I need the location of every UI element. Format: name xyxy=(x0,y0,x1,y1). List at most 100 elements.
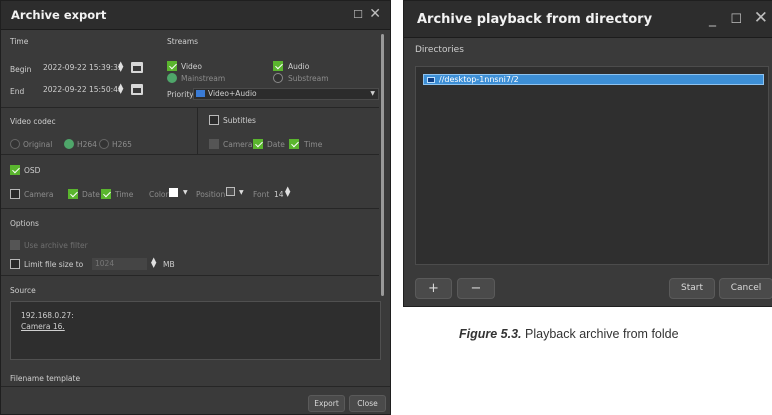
subtitles-checkbox[interactable] xyxy=(209,115,219,125)
priority-label: Priority xyxy=(167,90,194,99)
mainstream-label: Mainstream xyxy=(181,74,226,83)
sub-time-checkbox[interactable] xyxy=(289,139,299,149)
add-directory-button[interactable]: + xyxy=(415,278,452,299)
h265-radio[interactable] xyxy=(99,139,109,149)
source-camera-link[interactable]: Camera 16. xyxy=(21,322,65,331)
directory-path: //desktop-1nnsni7/2 xyxy=(439,75,519,84)
video-label: Video xyxy=(181,62,203,71)
archive-filter-checkbox[interactable] xyxy=(10,240,20,250)
divider xyxy=(1,107,379,108)
limit-size-spinner[interactable]: ▲ ▼ xyxy=(151,257,156,269)
position-grid-icon[interactable] xyxy=(226,187,235,196)
font-size-spinner[interactable]: ▲ ▼ xyxy=(285,186,290,198)
begin-label: Begin xyxy=(10,65,32,74)
video-audio-icon xyxy=(196,90,205,97)
list-item[interactable]: //desktop-1nnsni7/2 xyxy=(423,74,764,85)
close-button[interactable]: Close xyxy=(349,395,386,412)
figure-caption: Figure 5.3. Playback archive from folde xyxy=(459,327,679,341)
end-calendar-icon[interactable] xyxy=(131,84,143,95)
source-heading: Source xyxy=(10,286,36,295)
streams-heading: Streams xyxy=(167,37,199,46)
limit-size-label: Limit file size to xyxy=(24,260,84,269)
audio-label: Audio xyxy=(288,62,310,71)
archive-playback-window: Archive playback from directory _ ☐ ✕ Di… xyxy=(403,0,772,307)
osd-time-label: Time xyxy=(115,190,134,199)
audio-checkbox[interactable] xyxy=(273,61,283,71)
close-icon[interactable]: ✕ xyxy=(369,6,381,22)
minimize-icon[interactable]: _ xyxy=(709,11,716,27)
cancel-button[interactable]: Cancel xyxy=(719,278,772,299)
substream-radio[interactable] xyxy=(273,73,283,83)
mainstream-radio[interactable] xyxy=(167,73,177,83)
divider xyxy=(1,275,379,276)
subtitles-label: Subtitles xyxy=(223,116,256,125)
position-label: Position xyxy=(196,190,226,199)
window-title: Archive export xyxy=(11,8,107,22)
substream-label: Substream xyxy=(288,74,329,83)
sub-camera-label: Camera xyxy=(223,140,253,149)
end-label: End xyxy=(10,87,25,96)
caption-text: Playback archive from folde xyxy=(521,327,679,341)
begin-calendar-icon[interactable] xyxy=(131,62,143,73)
video-codec-heading: Video codec xyxy=(10,117,56,126)
sub-camera-checkbox[interactable] xyxy=(209,139,219,149)
title-bar: Archive export ☐ ✕ xyxy=(1,1,390,30)
color-label: Color xyxy=(149,190,169,199)
end-spinner[interactable]: ▲ ▼ xyxy=(118,83,123,95)
divider xyxy=(1,154,379,155)
color-dropdown-icon[interactable]: ▼ xyxy=(183,189,188,196)
font-size-input[interactable]: 14 xyxy=(274,190,284,199)
export-button[interactable]: Export xyxy=(308,395,345,412)
source-host: 192.168.0.27: xyxy=(21,311,74,320)
folder-icon xyxy=(427,77,435,83)
scrollbar[interactable] xyxy=(381,34,384,296)
sub-time-label: Time xyxy=(304,140,323,149)
filename-template-heading: Filename template xyxy=(10,374,81,383)
window-title: Archive playback from directory xyxy=(417,12,653,27)
archive-export-window: Archive export ☐ ✕ Time Begin 2022-09-22… xyxy=(0,0,391,415)
time-heading: Time xyxy=(10,37,29,46)
osd-date-label: Date xyxy=(82,190,100,199)
osd-date-checkbox[interactable] xyxy=(68,189,78,199)
color-swatch[interactable] xyxy=(169,188,178,197)
begin-spinner[interactable]: ▲ ▼ xyxy=(118,61,123,73)
original-radio[interactable] xyxy=(10,139,20,149)
h264-radio[interactable] xyxy=(64,139,74,149)
video-checkbox[interactable] xyxy=(167,61,177,71)
original-label: Original xyxy=(23,140,53,149)
h264-label: H264 xyxy=(77,140,97,149)
maximize-icon[interactable]: ☐ xyxy=(730,12,742,28)
sub-date-checkbox[interactable] xyxy=(253,139,263,149)
remove-directory-button[interactable]: − xyxy=(457,278,495,299)
osd-label: OSD xyxy=(24,166,41,175)
h265-label: H265 xyxy=(112,140,132,149)
archive-filter-label: Use archive filter xyxy=(24,241,88,250)
divider xyxy=(1,386,390,387)
priority-select[interactable]: Video+Audio ▼ xyxy=(193,88,379,100)
end-datetime-input[interactable]: 2022-09-22 15:50:48 xyxy=(41,85,123,97)
chevron-down-icon: ▼ xyxy=(370,90,375,97)
source-box: 192.168.0.27: Camera 16. xyxy=(10,301,381,360)
title-bar: Archive playback from directory _ ☐ ✕ xyxy=(404,1,772,38)
osd-time-checkbox[interactable] xyxy=(101,189,111,199)
font-label: Font xyxy=(253,190,270,199)
osd-camera-checkbox[interactable] xyxy=(10,189,20,199)
limit-size-unit: MB xyxy=(163,260,175,269)
osd-camera-label: Camera xyxy=(24,190,54,199)
caption-label: Figure 5.3. xyxy=(459,327,522,341)
close-icon[interactable]: ✕ xyxy=(754,10,768,27)
options-heading: Options xyxy=(10,219,39,228)
osd-checkbox[interactable] xyxy=(10,165,20,175)
divider xyxy=(1,208,379,209)
position-dropdown-icon[interactable]: ▼ xyxy=(239,189,244,196)
priority-value: Video+Audio xyxy=(208,89,257,98)
directories-label: Directories xyxy=(415,45,464,55)
start-button[interactable]: Start xyxy=(669,278,715,299)
divider-vertical xyxy=(197,108,198,154)
sub-date-label: Date xyxy=(267,140,285,149)
maximize-icon[interactable]: ☐ xyxy=(353,7,363,23)
limit-size-checkbox[interactable] xyxy=(10,259,20,269)
begin-datetime-input[interactable]: 2022-09-22 15:39:33 xyxy=(41,63,123,75)
directories-list[interactable]: //desktop-1nnsni7/2 xyxy=(415,66,769,265)
limit-size-input[interactable]: 1024 xyxy=(92,258,147,270)
